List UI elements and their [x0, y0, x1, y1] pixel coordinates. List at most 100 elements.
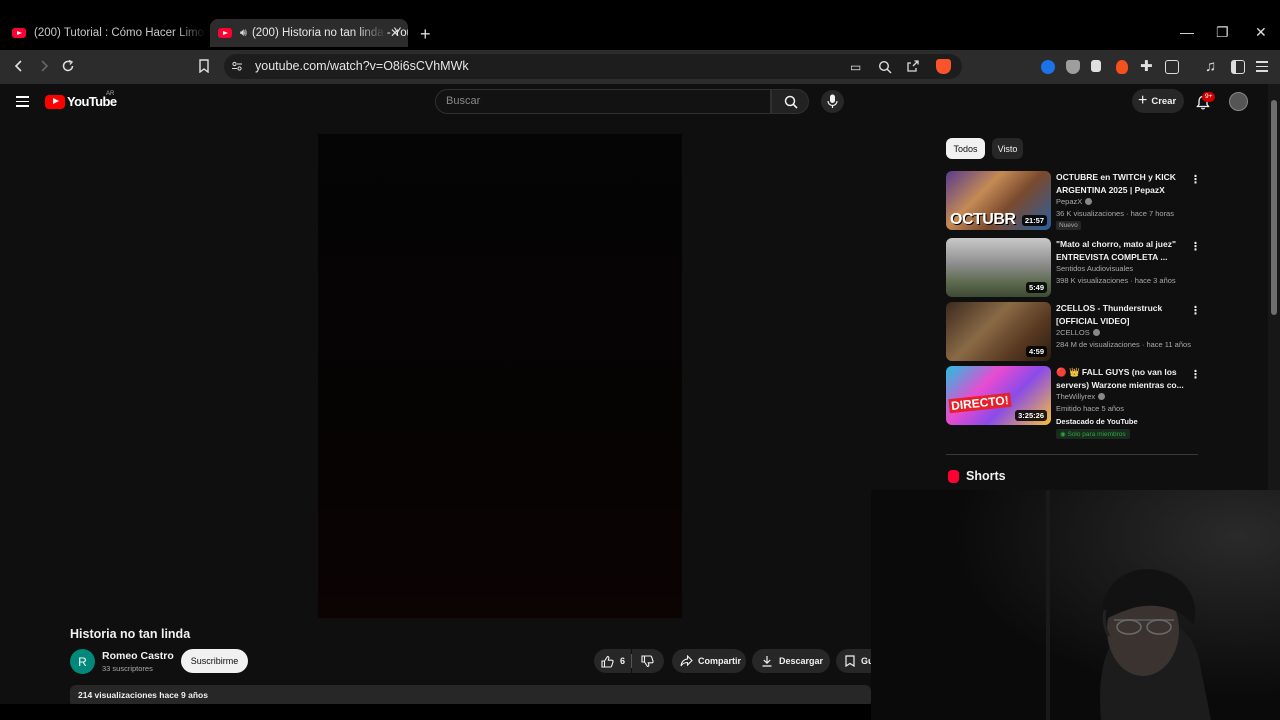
extension-blue-icon[interactable] — [1041, 60, 1055, 74]
back-arrow-icon[interactable] — [12, 59, 26, 73]
extension-shield-icon[interactable] — [1066, 60, 1080, 74]
brave-shield-icon[interactable] — [936, 59, 951, 74]
video-meta: 36 K visualizaciones · hace 7 horas — [1056, 209, 1174, 218]
video-title[interactable]: 🔴 👑 FALL GUYS (no van los servers) Warzo… — [1056, 366, 1184, 391]
browser-menu-icon[interactable] — [1256, 61, 1268, 72]
share-button[interactable]: Compartir — [672, 649, 746, 673]
verified-icon — [1098, 393, 1106, 400]
microphone-icon — [827, 94, 838, 108]
save-button[interactable]: Gu — [836, 649, 871, 673]
create-button[interactable]: + Crear — [1132, 89, 1184, 113]
save-label: Gu — [861, 656, 871, 666]
search-input[interactable] — [435, 89, 771, 114]
video-meta: 398 K visualizaciones · hace 3 años — [1056, 276, 1176, 285]
thumbnail-text: OCTUBR — [950, 211, 1016, 228]
recommendation-item[interactable]: 5:49 "Mato al chorro, mato al juez" ENTR… — [946, 238, 1201, 300]
search-icon — [784, 95, 798, 109]
recommendation-item[interactable]: DIRECTO! 3:25:26 🔴 👑 FALL GUYS (no van l… — [946, 366, 1201, 442]
tab-close-icon[interactable]: ✕ — [390, 26, 400, 40]
download-label: Descargar — [779, 656, 824, 666]
share-arrow-icon — [680, 655, 693, 667]
thumbnail-text: DIRECTO! — [948, 392, 1012, 414]
video-thumbnail[interactable]: 5:49 — [946, 238, 1051, 297]
new-badge: Nuevo — [1056, 221, 1081, 230]
guide-menu-icon[interactable] — [16, 96, 29, 110]
create-label: Crear — [1151, 95, 1177, 107]
more-options-icon[interactable]: ⋮ — [1190, 173, 1201, 186]
browser-tab-tutorial[interactable]: (200) Tutorial : Cómo Hacer Limonada — [8, 19, 206, 47]
extension-flame-icon[interactable] — [1116, 60, 1128, 74]
channel-name[interactable]: TheWillyrex — [1056, 392, 1106, 401]
channel-name[interactable]: 2CELLOS — [1056, 328, 1100, 337]
subscriber-count: 33 suscriptores — [102, 664, 153, 673]
chip-visto[interactable]: Visto — [992, 138, 1023, 159]
subscribe-button[interactable]: Suscribirme — [181, 649, 248, 673]
video-title: Historia no tan linda — [70, 627, 191, 641]
recommendation-item[interactable]: OCTUBR 21:57 OCTUBRE en TWITCH y KICK AR… — [946, 171, 1201, 233]
share-label: Compartir — [698, 656, 742, 666]
bookmark-icon[interactable] — [198, 59, 210, 73]
thumbs-down-icon — [641, 654, 654, 667]
site-info-icon[interactable] — [231, 60, 243, 72]
featured-label: Destacado de YouTube — [1056, 417, 1138, 426]
video-meta: 284 M de visualizaciones · hace 11 años — [1056, 340, 1191, 349]
video-thumbnail[interactable]: OCTUBR 21:57 — [946, 171, 1051, 230]
youtube-favicon-icon — [12, 28, 26, 38]
shorts-heading: Shorts — [966, 469, 1006, 483]
video-title[interactable]: 2CELLOS - Thunderstruck [OFFICIAL VIDEO] — [1056, 302, 1184, 327]
video-title[interactable]: "Mato al chorro, mato al juez" ENTREVIST… — [1056, 238, 1184, 263]
video-thumbnail[interactable]: DIRECTO! 3:25:26 — [946, 366, 1051, 425]
more-options-icon[interactable]: ⋮ — [1190, 240, 1201, 253]
more-options-icon[interactable]: ⋮ — [1190, 368, 1201, 381]
video-player[interactable] — [318, 134, 682, 618]
notifications-badge: 9+ — [1202, 92, 1216, 102]
sidebar-toggle-icon[interactable] — [1231, 60, 1245, 74]
video-title[interactable]: OCTUBRE en TWITCH y KICK ARGENTINA 2025 … — [1056, 171, 1184, 196]
views-and-date: 214 visualizaciones hace 9 años — [78, 690, 208, 700]
account-avatar[interactable] — [1229, 92, 1248, 111]
cast-icon[interactable]: ▭ — [850, 57, 861, 77]
channel-name[interactable]: PepazX — [1056, 197, 1093, 206]
reload-icon[interactable] — [61, 59, 75, 73]
like-count: 6 — [620, 656, 626, 666]
download-button[interactable]: Descargar — [752, 649, 830, 673]
recommendation-item[interactable]: 4:59 2CELLOS - Thunderstruck [OFFICIAL V… — [946, 302, 1201, 364]
browser-tab-historia[interactable]: 🔊︎ (200) Historia no tan linda - YouTube… — [210, 19, 408, 47]
share-page-icon[interactable] — [906, 59, 920, 73]
video-duration: 3:25:26 — [1015, 410, 1047, 421]
media-controls-icon[interactable]: ♫ — [1205, 57, 1216, 77]
search-button[interactable] — [771, 89, 809, 114]
forward-arrow-icon[interactable] — [37, 59, 51, 73]
video-duration: 21:57 — [1021, 215, 1047, 226]
extensions-puzzle-icon[interactable]: ✚ — [1140, 57, 1153, 77]
video-thumbnail[interactable]: 4:59 — [946, 302, 1051, 361]
save-bookmark-icon — [845, 655, 855, 667]
extension-stack-icon[interactable] — [1091, 60, 1101, 72]
channel-avatar[interactable]: R — [70, 649, 95, 674]
dislike-button[interactable] — [632, 649, 664, 673]
voice-search-button[interactable] — [821, 90, 844, 113]
youtube-play-icon — [45, 94, 65, 109]
download-icon — [762, 656, 772, 667]
extension-screenshot-icon[interactable] — [1165, 60, 1179, 74]
thumbs-up-icon — [601, 655, 614, 668]
channel-name[interactable]: Romeo Castro — [102, 650, 174, 662]
like-button[interactable]: 6 — [594, 649, 631, 673]
restore-button[interactable]: ❐ — [1216, 24, 1229, 41]
chip-todos[interactable]: Todos — [946, 138, 985, 159]
zoom-icon[interactable] — [878, 60, 892, 74]
video-meta: Emitido hace 5 años — [1056, 404, 1124, 413]
shorts-icon — [948, 470, 959, 483]
youtube-favicon-icon — [218, 28, 232, 38]
new-tab-button[interactable]: + — [420, 24, 431, 45]
more-options-icon[interactable]: ⋮ — [1190, 304, 1201, 317]
speaker-icon[interactable]: 🔊︎ — [240, 27, 247, 40]
plus-icon: + — [1138, 92, 1148, 109]
video-duration: 5:49 — [1025, 282, 1047, 293]
minimize-button[interactable]: — — [1180, 24, 1194, 40]
scrollbar-thumb[interactable] — [1271, 100, 1277, 315]
close-window-button[interactable]: ✕ — [1255, 24, 1267, 41]
verified-icon — [1085, 198, 1093, 205]
channel-name[interactable]: Sentidos Audiovisuales — [1056, 264, 1133, 273]
country-code: AR — [106, 91, 115, 97]
